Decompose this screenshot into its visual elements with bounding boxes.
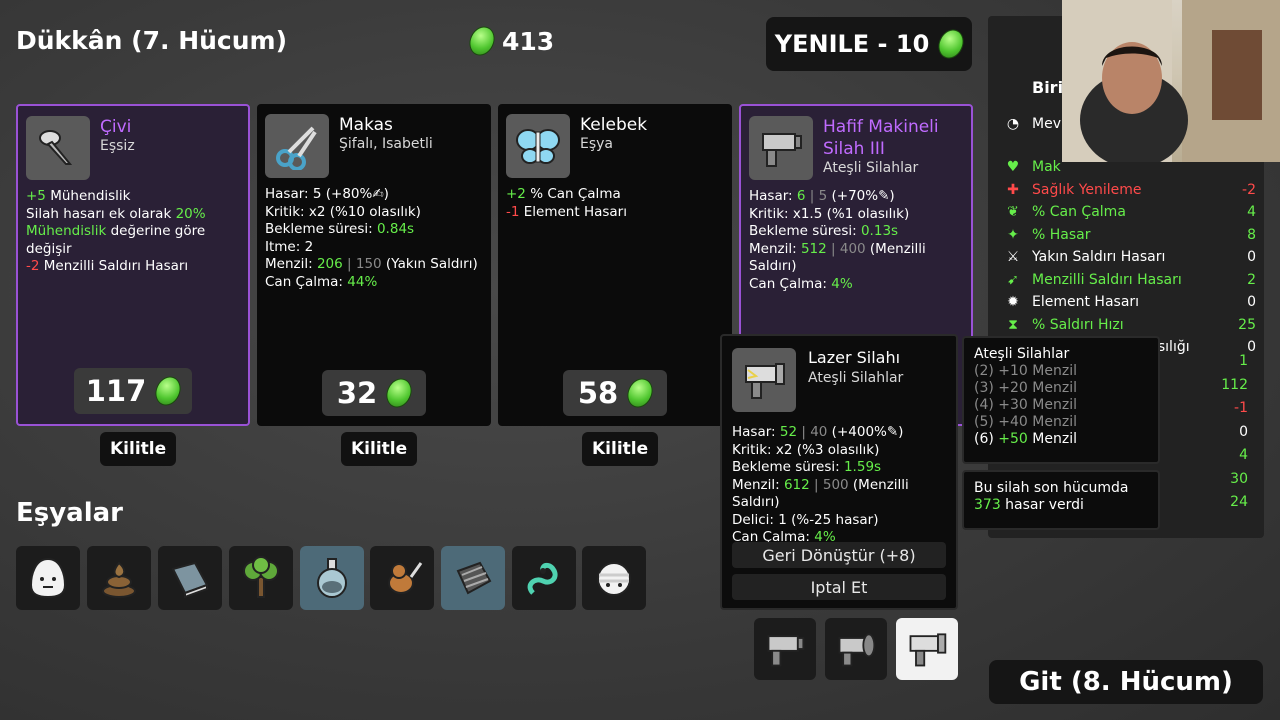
lock-button[interactable]: Kilitle xyxy=(100,432,177,466)
card-description: +5 Mühendislik Silah hasarı ek olarak 20… xyxy=(26,188,206,274)
shop-card-scissors[interactable]: Makas Şifalı, Isabetli Hasar: 5 (+80%✍) … xyxy=(257,104,491,426)
weapon-slot-minigun[interactable] xyxy=(825,618,887,680)
card-description: Hasar: 5 (+80%✍) Kritik: x2 (%10 olasılı… xyxy=(265,186,478,290)
armor-icon[interactable] xyxy=(441,546,505,610)
set-bonus-row: (4) +30 Menzil xyxy=(974,397,1077,413)
card-name: Kelebek xyxy=(580,115,648,135)
card-subtitle: Ateşli Silahlar xyxy=(823,160,919,176)
card-name: Hafif Makineli Silah III xyxy=(823,117,939,159)
laser-gun-icon xyxy=(732,348,796,412)
reroll-label: YENILE - 10 xyxy=(774,30,930,58)
price-button[interactable]: 117 xyxy=(74,368,192,414)
reroll-button[interactable]: YENILE - 10 xyxy=(766,17,972,71)
set-bonus-row: (3) +20 Menzil xyxy=(974,380,1077,396)
material-icon xyxy=(381,374,417,412)
shop-title: Dükkân (7. Hücum) xyxy=(16,26,288,55)
lock-button[interactable]: Kilitle xyxy=(341,432,418,466)
card-description: +2 % Can Çalma -1 Element Hasarı xyxy=(506,186,627,220)
go-next-wave-button[interactable]: Git (8. Hücum) xyxy=(989,660,1263,704)
card-name: Makas xyxy=(339,115,393,135)
squirrel-icon[interactable] xyxy=(370,546,434,610)
card-subtitle: Eşya xyxy=(580,136,614,152)
price-value: 117 xyxy=(85,374,147,408)
popup-weapon-name: Lazer Silahı xyxy=(808,348,901,367)
materials-value: 413 xyxy=(502,26,555,56)
material-icon xyxy=(151,372,186,410)
snake-icon[interactable] xyxy=(512,546,576,610)
set-bonus-title: Ateşli Silahlar xyxy=(974,346,1070,362)
set-bonus-active-row: (6) +50 Menzil xyxy=(974,431,1077,447)
bandage-face-icon[interactable] xyxy=(582,546,646,610)
price-button[interactable]: 58 xyxy=(563,370,667,416)
price-button[interactable]: 32 xyxy=(322,370,426,416)
price-value: 58 xyxy=(577,376,619,410)
stats-header: Biri xyxy=(1032,78,1064,97)
weapon-slot-smg[interactable] xyxy=(754,618,816,680)
book-icon[interactable] xyxy=(158,546,222,610)
materials-counter: 413 xyxy=(464,22,555,60)
popup-stats: Hasar: 52 | 40 (+400%✎) Kritik: x2 (%3 o… xyxy=(732,424,909,545)
poop-icon[interactable] xyxy=(87,546,151,610)
tree-icon[interactable] xyxy=(229,546,293,610)
material-icon xyxy=(622,374,658,412)
nail-icon xyxy=(26,116,90,180)
webcam-overlay xyxy=(1062,0,1280,162)
ghost-face-icon[interactable] xyxy=(16,546,80,610)
set-bonus-row: (2) +10 Menzil xyxy=(974,363,1077,379)
popup-weapon-class: Ateşli Silahlar xyxy=(808,370,904,386)
price-value: 32 xyxy=(336,376,378,410)
items-section-title: Eşyalar xyxy=(16,498,124,528)
set-bonus-tooltip: Ateşli Silahlar (2) +10 Menzil (3) +20 M… xyxy=(962,336,1160,464)
card-description: Hasar: 6 | 5 (+70%✎) Kritik: x1.5 (%1 ol… xyxy=(749,188,926,292)
set-bonus-row: (5) +40 Menzil xyxy=(974,414,1077,430)
damage-dealt-tooltip: Bu silah son hücumda 373 hasar verdi xyxy=(962,470,1160,530)
material-icon xyxy=(934,25,969,63)
scissors-icon xyxy=(265,114,329,178)
cancel-button[interactable]: Iptal Et xyxy=(732,574,946,600)
material-icon xyxy=(464,22,500,60)
smg-icon xyxy=(749,116,813,180)
butterfly-icon xyxy=(506,114,570,178)
weapon-slot-laser[interactable] xyxy=(896,618,958,680)
weapon-detail-popup: Lazer Silahı Ateşli Silahlar Hasar: 52 |… xyxy=(720,334,958,610)
lock-button[interactable]: Kilitle xyxy=(582,432,659,466)
potion-icon[interactable] xyxy=(300,546,364,610)
shop-card-nail[interactable]: Çivi Eşsiz +5 Mühendislik Silah hasarı e… xyxy=(16,104,250,426)
card-name: Çivi xyxy=(100,117,132,137)
card-subtitle: Eşsiz xyxy=(100,138,135,154)
shop-card-butterfly[interactable]: Kelebek Eşya +2 % Can Çalma -1 Element H… xyxy=(498,104,732,426)
recycle-button[interactable]: Geri Dönüştür (+8) xyxy=(732,542,946,568)
card-subtitle: Şifalı, Isabetli xyxy=(339,136,433,152)
level-icon: ◔ xyxy=(1006,116,1020,132)
